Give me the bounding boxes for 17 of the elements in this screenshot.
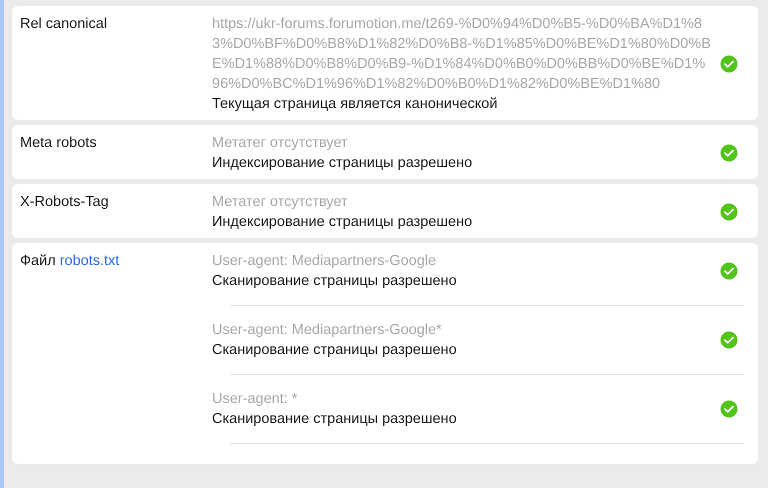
result-text: Сканирование страницы разрешено [212,410,458,429]
row-label: Файл [20,253,56,269]
detail-text: Метатег отсутствует [212,134,349,153]
detail-text: User-agent: * [212,390,298,409]
result-text: Сканирование страницы разрешено [212,272,458,291]
result-text: Сканирование страницы разрешено [212,341,458,360]
row-label: X-Robots-Tag [20,194,109,210]
detail-text: User-agent: Mediapartners-Google [212,252,438,271]
result-text: Индексирование страницы разрешено [212,154,474,173]
detail-text: Метатег отсутствует [212,193,349,212]
row-label: Rel canonical [20,16,108,32]
result-text: Индексирование страницы разрешено [212,213,474,232]
detail-text: https://ukr-forums.forumotion.me/t269-%D0%94%D0%B5-%D0%BA%D1%83%D0%BF%D0%B8%D1%82%D0%B8-%D1%85%D0%BE%D1%80%D0%BE%D1%88%D0%B8%D0%B9-%D1%84%D0%B0%D0%BB%D0%BE%D1%96%D0%BC%D1%96%D1%82%D0%B0%D1%82%D0%BE%D1%80 [212,15,712,94]
robots-link[interactable]: robots.txt [60,253,120,269]
result-text: Текущая страница является канонической [212,95,498,114]
detail-text: User-agent: Mediapartners-Google* [212,321,443,340]
row-label: Meta robots [20,135,97,151]
